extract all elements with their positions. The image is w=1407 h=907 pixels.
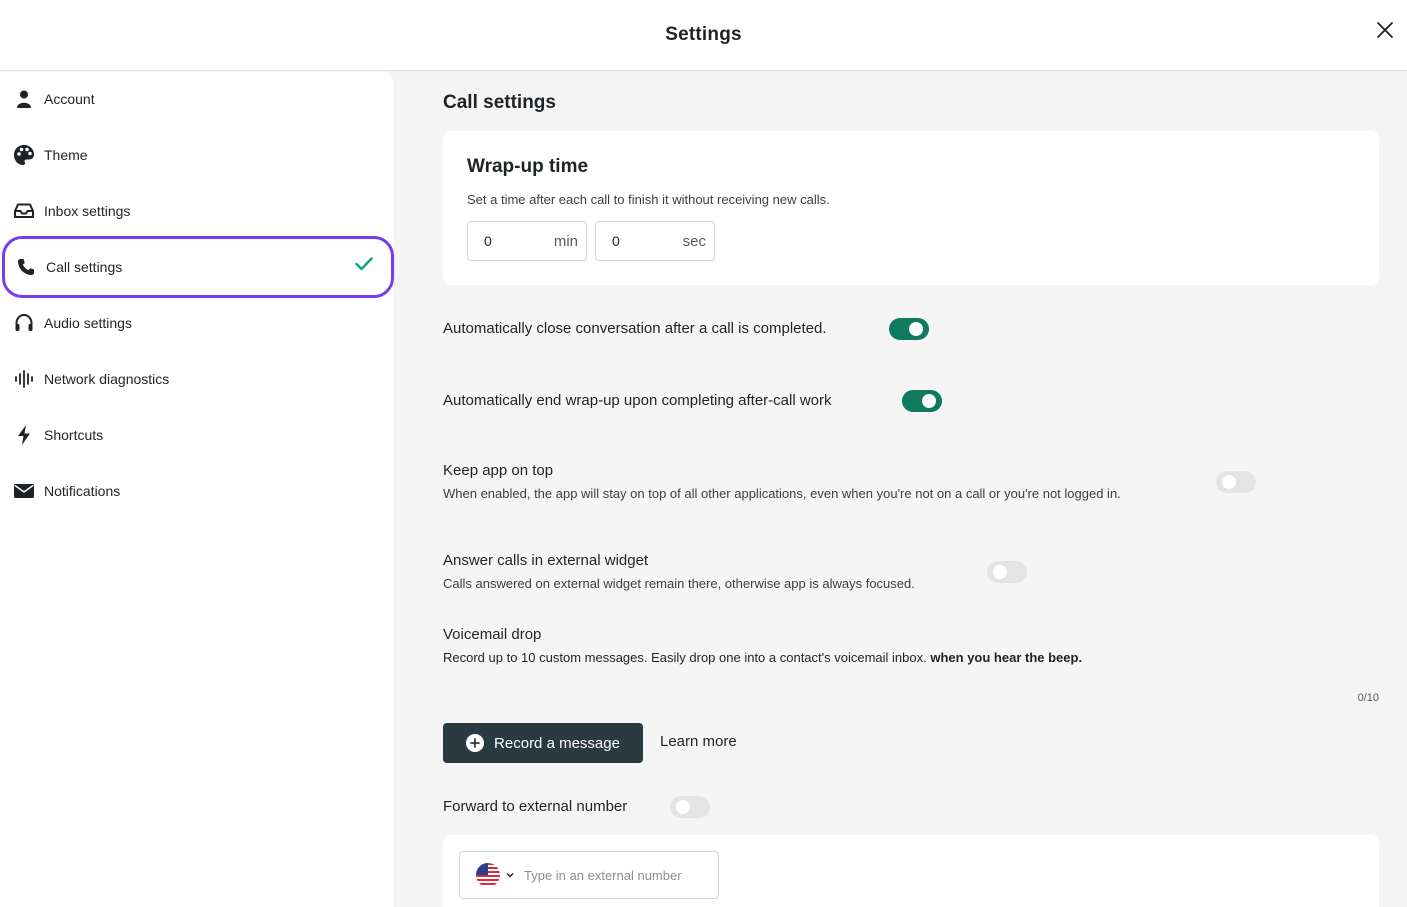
voicemail-label: Voicemail drop — [443, 626, 542, 643]
sidebar-item-label: Network diagnostics — [44, 371, 170, 387]
toggle-knob — [676, 800, 690, 814]
record-message-button[interactable]: Record a message — [443, 723, 643, 763]
voicemail-description-bold: when you hear the beep. — [930, 650, 1083, 665]
sidebar-item-account[interactable]: Account — [0, 71, 395, 127]
user-icon — [12, 87, 36, 111]
lightning-icon — [12, 423, 36, 447]
keep-on-top-toggle[interactable] — [1216, 471, 1256, 493]
auto-end-toggle[interactable] — [902, 390, 942, 412]
external-widget-toggle[interactable] — [987, 561, 1027, 583]
external-number-field — [459, 851, 719, 899]
external-number-input[interactable] — [524, 867, 704, 883]
sidebar-item-label: Account — [44, 91, 95, 107]
voicemail-description: Record up to 10 custom messages. Easily … — [443, 650, 927, 665]
wrap-up-description: Set a time after each call to finish it … — [467, 192, 830, 207]
settings-body: Account Theme Inbox settings Call settin… — [0, 71, 1407, 907]
external-widget-description: Calls answered on external widget remain… — [443, 576, 915, 591]
page-title: Settings — [665, 24, 742, 45]
forward-label: Forward to external number — [443, 798, 628, 815]
sidebar-item-network-diagnostics[interactable]: Network diagnostics — [0, 351, 395, 407]
sidebar-item-notifications[interactable]: Notifications — [0, 463, 395, 519]
voicemail-description-line: Record up to 10 custom messages. Easily … — [443, 650, 1082, 665]
toggle-knob — [922, 394, 936, 408]
sidebar-item-theme[interactable]: Theme — [0, 127, 395, 183]
keep-on-top-description: When enabled, the app will stay on top o… — [443, 486, 1121, 501]
toggle-knob — [1222, 475, 1236, 489]
sidebar-item-shortcuts[interactable]: Shortcuts — [0, 407, 395, 463]
voicemail-counter: 0/10 — [1357, 692, 1379, 704]
envelope-icon — [12, 479, 36, 503]
waveform-icon — [12, 367, 36, 391]
learn-more-link[interactable]: Learn more — [660, 733, 737, 750]
toggle-knob — [909, 322, 923, 336]
wrap-up-title: Wrap-up time — [467, 156, 589, 177]
checkmark-icon — [355, 257, 373, 276]
wrap-up-seconds-input[interactable]: 0 sec — [595, 221, 715, 261]
plus-icon — [466, 734, 485, 752]
sidebar-item-audio-settings[interactable]: Audio settings — [0, 295, 395, 351]
minutes-unit: min — [553, 232, 578, 250]
forward-card — [443, 835, 1379, 907]
sidebar-item-label: Theme — [44, 147, 88, 163]
record-message-label: Record a message — [494, 734, 620, 752]
sidebar-item-inbox-settings[interactable]: Inbox settings — [0, 183, 395, 239]
phone-icon — [14, 255, 38, 279]
section-title: Call settings — [443, 92, 556, 113]
seconds-unit: sec — [682, 232, 706, 250]
sidebar-item-call-settings[interactable]: Call settings — [2, 236, 394, 298]
forward-toggle[interactable] — [670, 796, 710, 818]
sidebar: Account Theme Inbox settings Call settin… — [0, 71, 395, 907]
seconds-value: 0 — [612, 233, 620, 249]
inbox-icon — [12, 199, 36, 223]
sidebar-item-label: Shortcuts — [44, 427, 104, 443]
close-icon[interactable] — [1373, 18, 1397, 42]
chevron-down-icon[interactable] — [506, 872, 514, 878]
wrap-up-card: Wrap-up time Set a time after each call … — [443, 131, 1379, 285]
us-flag-icon[interactable] — [476, 863, 500, 887]
auto-close-toggle[interactable] — [889, 318, 929, 340]
auto-close-label: Automatically close conversation after a… — [443, 320, 827, 337]
sidebar-item-label: Call settings — [46, 259, 123, 275]
settings-header: Settings — [0, 0, 1407, 71]
sidebar-item-label: Audio settings — [44, 315, 132, 331]
wrap-up-minutes-input[interactable]: 0 min — [467, 221, 587, 261]
palette-icon — [12, 143, 36, 167]
toggle-knob — [993, 565, 1007, 579]
keep-on-top-label: Keep app on top — [443, 462, 554, 479]
sidebar-item-label: Inbox settings — [44, 203, 131, 219]
sidebar-item-label: Notifications — [44, 483, 121, 499]
auto-end-label: Automatically end wrap-up upon completin… — [443, 392, 832, 409]
minutes-value: 0 — [484, 233, 492, 249]
external-widget-label: Answer calls in external widget — [443, 552, 649, 569]
headset-icon — [12, 311, 36, 335]
